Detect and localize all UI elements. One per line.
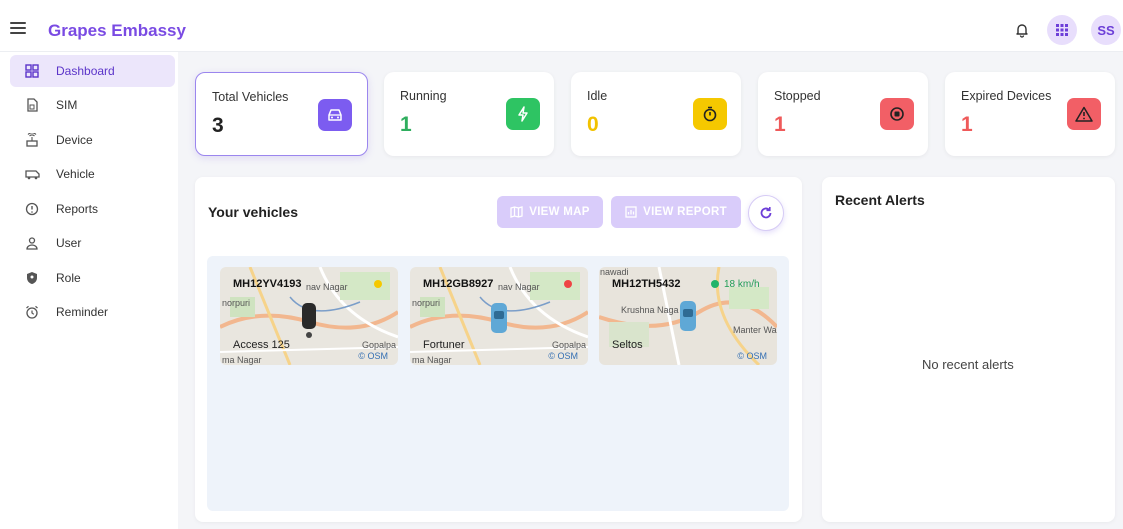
sidebar-item-vehicle[interactable]: Vehicle	[10, 158, 175, 190]
vehicle-card[interactable]: MH12TH5432 nawadi Krushna Naga Manter Wa…	[599, 267, 777, 365]
map-label: nawadi	[600, 267, 629, 277]
sidebar-item-device[interactable]: Device	[10, 124, 175, 156]
sidebar-item-sim[interactable]: SIM	[10, 89, 175, 121]
stat-value: 1	[961, 113, 973, 136]
bolt-icon	[506, 98, 540, 130]
vehicle-icon	[24, 166, 40, 182]
sim-icon	[24, 97, 40, 113]
status-dot	[564, 280, 572, 288]
sidebar-item-label: Reports	[56, 202, 99, 216]
map-label: Krushna Naga	[621, 305, 679, 315]
map-label: ma Nagar	[412, 355, 452, 365]
stat-value: 1	[774, 113, 786, 136]
vehicle-model: Access 125	[233, 339, 290, 351]
map-label: norpuri	[222, 298, 251, 308]
map-label: nav Nagar	[306, 282, 348, 292]
sidebar-item-label: Reminder	[56, 305, 109, 319]
warning-icon	[1067, 98, 1101, 130]
vehicles-panel-title: Your vehicles	[208, 204, 299, 220]
status-dot	[374, 280, 382, 288]
empty-state-text: No recent alerts	[922, 357, 1014, 372]
map-label: ma Nagar	[222, 355, 262, 365]
vehicle-model: Fortuner	[423, 339, 465, 351]
sidebar-item-user[interactable]: User	[10, 227, 175, 259]
reminder-icon	[24, 304, 40, 320]
user-avatar[interactable]: SS	[1091, 15, 1121, 45]
stat-card-stopped[interactable]: Stopped 1	[758, 72, 928, 156]
refresh-icon	[760, 207, 772, 219]
sidebar-item-label: Vehicle	[56, 167, 95, 181]
stat-value: 3	[212, 114, 224, 137]
apps-grid-icon	[1056, 24, 1068, 36]
stat-card-expired-devices[interactable]: Expired Devices 1	[945, 72, 1115, 156]
map-label: Gopalpa	[362, 340, 397, 350]
view-map-label: VIEW MAP	[529, 206, 590, 218]
map-label: norpuri	[412, 298, 441, 308]
sidebar-item-reminder[interactable]: Reminder	[10, 296, 175, 328]
dashboard-icon	[24, 63, 40, 79]
osm-attribution[interactable]: © OSM	[548, 351, 578, 361]
refresh-button[interactable]	[748, 195, 784, 231]
map-label: Gopalpa	[552, 340, 587, 350]
device-icon	[24, 132, 40, 148]
vehicle-model: Seltos	[612, 339, 643, 351]
report-icon	[625, 206, 637, 218]
vehicle-speed: 18 km/h	[724, 279, 760, 290]
sidebar-item-label: Role	[56, 271, 81, 285]
stop-icon	[880, 98, 914, 130]
vehicle-plate: MH12YV4193	[233, 278, 302, 290]
bell-icon[interactable]	[1014, 22, 1030, 38]
stat-card-idle[interactable]: Idle 0	[571, 72, 741, 156]
sidebar-item-label: SIM	[56, 98, 78, 112]
osm-attribution[interactable]: © OSM	[358, 351, 388, 361]
apps-grid-button[interactable]	[1047, 15, 1077, 45]
stat-value: 1	[400, 113, 412, 136]
vehicle-card[interactable]: MH12GB8927 nav Nagar norpuri Gopalpa ma …	[410, 267, 588, 365]
stat-card-total-vehicles[interactable]: Total Vehicles 3	[195, 72, 368, 156]
sidebar-item-label: Dashboard	[56, 64, 115, 78]
recent-alerts-title: Recent Alerts	[835, 192, 925, 208]
vehicle-card[interactable]: MH12YV4193 nav Nagar norpuri Gopalpa ma …	[220, 267, 398, 365]
top-bar: Grapes Embassy SS	[0, 0, 1123, 52]
stat-label: Running	[400, 89, 447, 103]
sidebar-item-dashboard[interactable]: Dashboard	[10, 55, 175, 87]
user-icon	[24, 235, 40, 251]
stat-label: Total Vehicles	[212, 90, 289, 104]
stat-card-running[interactable]: Running 1	[384, 72, 554, 156]
app-title: Grapes Embassy	[48, 21, 186, 40]
vehicle-plate: MH12TH5432	[612, 278, 681, 290]
sidebar: Dashboard SIM Device Vehicle Reports Use…	[0, 52, 178, 529]
menu-icon[interactable]	[10, 22, 26, 34]
view-report-label: VIEW REPORT	[643, 206, 727, 218]
reports-icon	[24, 201, 40, 217]
sidebar-item-label: User	[56, 236, 82, 250]
sidebar-item-label: Device	[56, 133, 93, 147]
vehicle-plate: MH12GB8927	[423, 278, 494, 290]
map-icon	[510, 206, 523, 218]
sidebar-item-reports[interactable]: Reports	[10, 193, 175, 225]
stat-label: Stopped	[774, 89, 821, 103]
status-dot	[711, 280, 719, 288]
car-icon	[318, 99, 352, 131]
stat-value: 0	[587, 113, 599, 136]
osm-attribution[interactable]: © OSM	[737, 351, 767, 361]
recent-alerts-panel	[822, 177, 1115, 522]
role-icon	[24, 270, 40, 286]
view-report-button[interactable]: VIEW REPORT	[611, 196, 741, 228]
sidebar-item-role[interactable]: Role	[10, 262, 175, 294]
map-label: Manter Wa	[733, 325, 777, 335]
view-map-button[interactable]: VIEW MAP	[497, 196, 603, 228]
stat-label: Idle	[587, 89, 608, 103]
timer-icon	[693, 98, 727, 130]
stat-label: Expired Devices	[961, 89, 1052, 103]
map-label: nav Nagar	[498, 282, 540, 292]
